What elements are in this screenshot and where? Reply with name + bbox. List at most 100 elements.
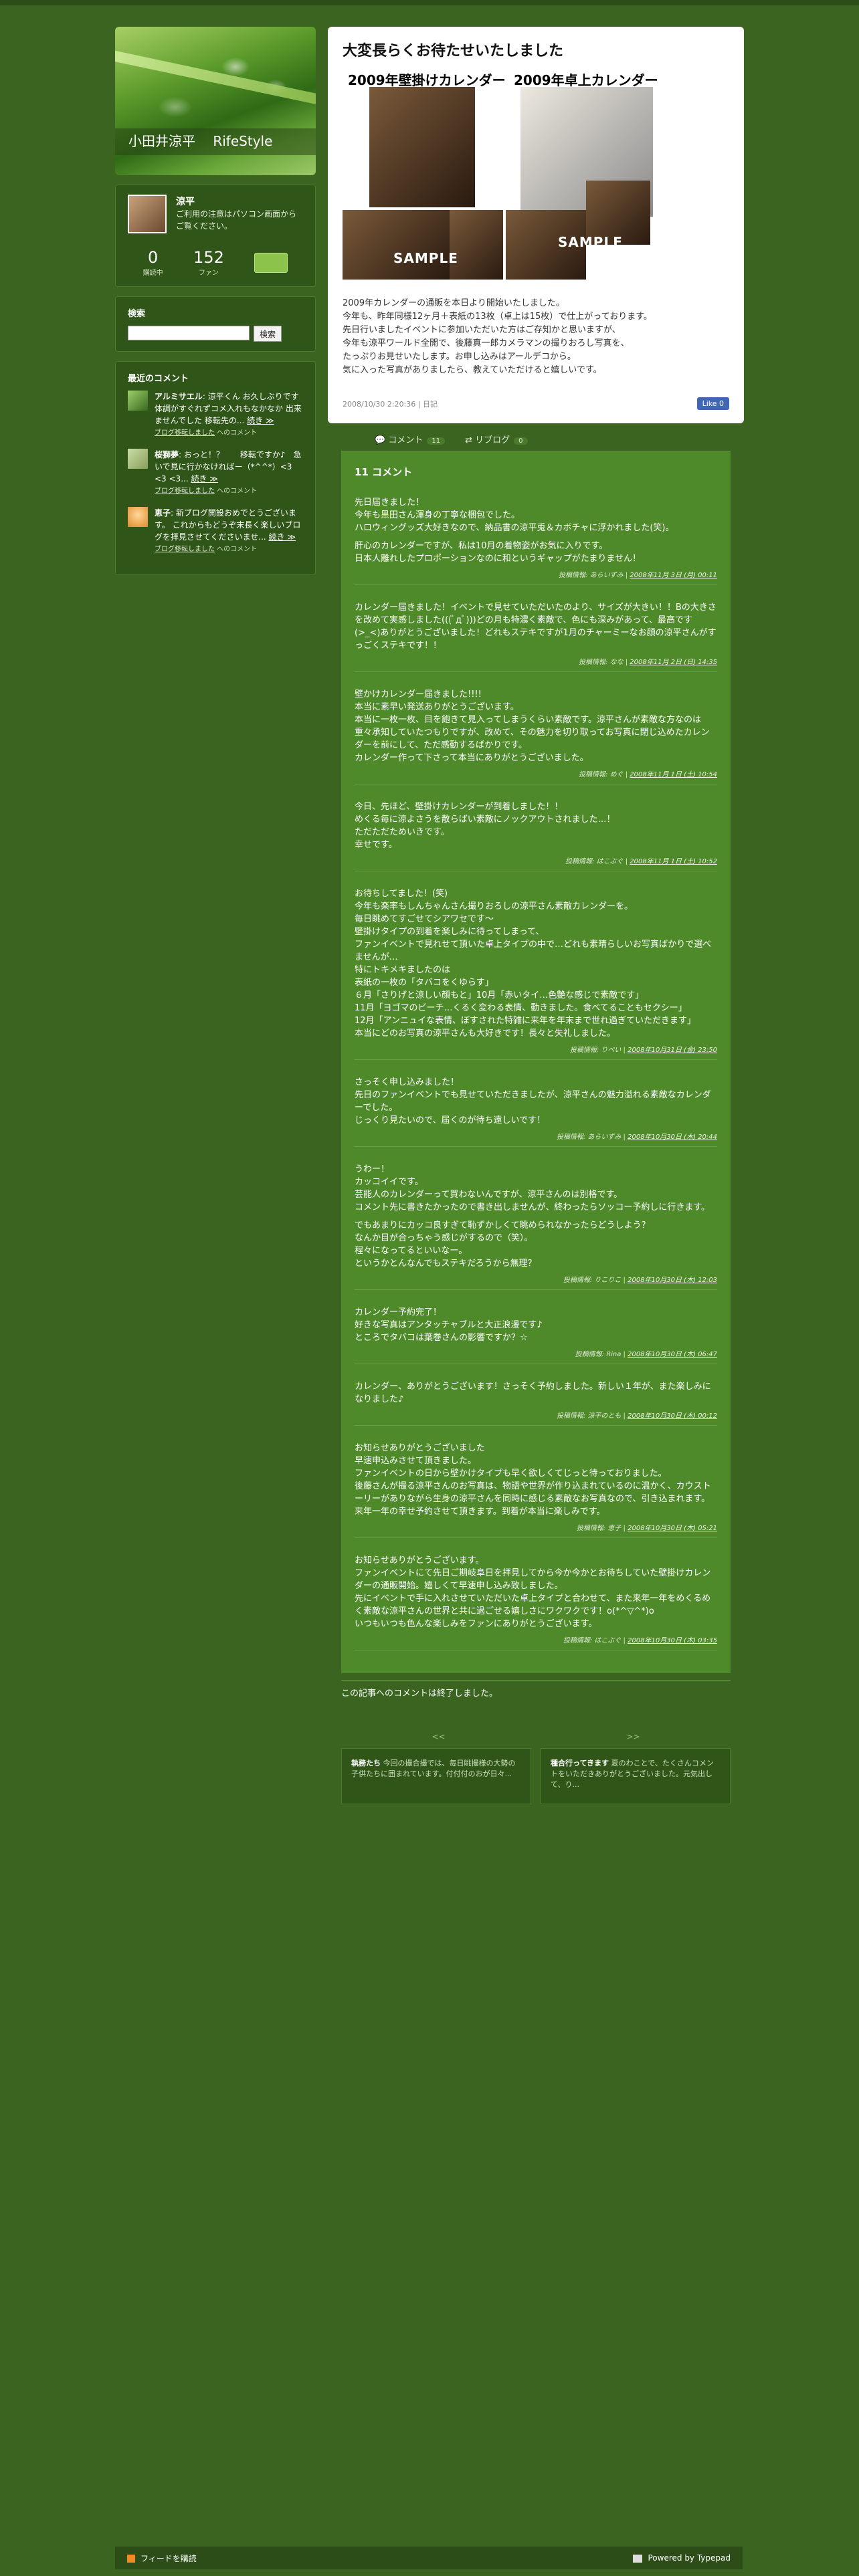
wall-calendar-label: 2009年壁掛けカレンダー	[348, 72, 506, 88]
follow-button[interactable]	[254, 252, 288, 273]
tab-reblog-count: 0	[514, 437, 528, 445]
next-post-box[interactable]: 種合行ってきます 夏のわことで、たくさんコメントをいただきありがとうございました…	[541, 1748, 731, 1804]
comment-text: ハロウィングッズ大好きなので、納品書の涼平兎＆カボチャに浮かれました(笑)。	[355, 523, 674, 533]
calendar-photo[interactable]	[450, 210, 503, 280]
comment-meta: 投稿情報: りこりこ | 2008年10月30日 (木) 12:03	[355, 1274, 717, 1284]
tab-comments-count: 11	[427, 437, 446, 445]
comment-permalink[interactable]: 2008年10月31日 (金) 23:50	[628, 1047, 717, 1054]
comment-text: 先日のファンイベントでも見せていただきましたが、涼平さんの魅力溢れる素敵なカレン…	[355, 1090, 711, 1113]
comment-suffix: へのコメント	[215, 429, 258, 437]
next-post-link[interactable]: >>	[626, 1732, 640, 1741]
comment-suffix: へのコメント	[215, 488, 258, 495]
profile-box: 涼平 ご利用の注意はパソコン画面からご覧ください。 0 購読中 152 ファン	[115, 185, 316, 287]
subscribe-feed-label: フィードを購読	[140, 2553, 197, 2563]
left-sidebar: 小田井涼平 RifeStyle 涼平 ご利用の注意はパソコン画面からご覧ください…	[115, 27, 316, 575]
stat-following-count: 0	[148, 248, 159, 267]
search-box: 検索 検索	[115, 296, 316, 352]
comment-permalink[interactable]: 2008年10月30日 (木) 00:12	[628, 1412, 717, 1420]
prev-post-box[interactable]: 執務たち 今回の撮合撮では、毎日眺撮様の大勢の子供たちに囲まれています。付付付の…	[341, 1748, 531, 1804]
continue-link[interactable]: 続き ≫	[269, 532, 296, 542]
continue-link[interactable]: 続き ≫	[191, 474, 217, 484]
article-paragraph: 先日行いましたイベントに参加いただいた方はご存知かと思いますが、	[343, 325, 621, 335]
tab-reblog-label: リブログ	[475, 435, 510, 445]
comment-permalink[interactable]: 2008年11月 3日 (月) 00:11	[630, 572, 717, 579]
comment-meta: 投稿情報: なな | 2008年11月 2日 (日) 14:35	[355, 656, 717, 666]
comment-text: 今年も黒田さん渾身の丁寧な梱包でした。	[355, 510, 520, 520]
comment-text: 本当に素早い発送ありがとうございます。	[355, 702, 519, 712]
commenter-name[interactable]: アルミサエル	[155, 392, 203, 401]
comment-text: ところでタバコは葉巻さんの影響ですか？☆	[355, 1333, 528, 1343]
comments-section: 11 コメント 先日届きました！ 今年も黒田さん渾身の丁寧な梱包でした。 ハロウィン…	[341, 451, 731, 1673]
post-nav: << >>	[341, 1732, 731, 1741]
article-paragraph: 気に入った写真がありましたら、教えていただけると嬉しいです。	[343, 365, 602, 375]
comment-text: めくる毎に涼よさうを散らばい素敵にノックアウトされました…！	[355, 815, 615, 825]
comment-text: 特にトキメキましたのは	[355, 965, 451, 975]
comment-author: 投稿情報: りこりこ |	[563, 1277, 628, 1284]
profile-name[interactable]: 涼平	[176, 195, 303, 208]
search-button[interactable]: 検索	[254, 326, 282, 342]
recent-comments-title: 最近のコメント	[128, 374, 189, 384]
comment: 今日、先ほど、壁掛けカレンダーが到着しました！！ めくる毎に涼よさうを散らばい素敵…	[355, 800, 717, 871]
subscribe-feed-link[interactable]: フィードを購読	[127, 2553, 197, 2564]
continue-link[interactable]: 続き ≫	[247, 416, 274, 425]
avatar[interactable]	[128, 195, 167, 233]
comment-permalink[interactable]: 2008年10月30日 (木) 20:44	[628, 1134, 717, 1141]
sample-watermark: SAMPLE	[558, 234, 623, 250]
top-bar	[0, 0, 859, 5]
comment: さっそく申し込みました！ 先日のファンイベントでも見せていただきましたが、涼平さん…	[355, 1076, 717, 1147]
comment-text: お知らせありがとうございます。	[355, 1555, 484, 1566]
powered-by-link[interactable]: Powered by Typepad	[633, 2553, 731, 2563]
calendar-photo[interactable]	[343, 210, 450, 280]
comment-meta: 投稿情報: 涼平のとも | 2008年10月30日 (木) 00:12	[355, 1410, 717, 1420]
comment-text: 毎日眺めてすごせてシアワセです〜	[355, 914, 494, 924]
stat-fans[interactable]: 152 ファン	[193, 248, 224, 277]
comment-permalink[interactable]: 2008年10月30日 (木) 03:35	[628, 1637, 717, 1644]
blog-header-banner[interactable]: 小田井涼平 RifeStyle	[115, 27, 316, 175]
search-input[interactable]	[128, 326, 250, 340]
commenter-avatar[interactable]	[128, 449, 148, 469]
article-paragraph: たっぷりお見せいたします。お申し込みはアールデコから。	[343, 352, 576, 362]
sample-watermark: SAMPLE	[393, 250, 458, 266]
article-paragraph: 今年も涼平ワールド全開で、後藤真一郎カメラマンの撮りおろし写真を、	[343, 338, 630, 348]
tab-reblog[interactable]: ⇄ リブログ 0	[465, 433, 528, 445]
facebook-like-button[interactable]: Like 0	[696, 397, 729, 410]
comment-permalink[interactable]: 2008年10月30日 (木) 05:21	[628, 1525, 717, 1532]
comment-permalink[interactable]: 2008年11月 1日 (土) 10:52	[630, 858, 717, 865]
comment-permalink[interactable]: 2008年10月30日 (木) 06:47	[628, 1351, 717, 1358]
prev-post-link[interactable]: <<	[432, 1732, 445, 1741]
comment: お知らせありがとうございます。 ファンイベントにて先日ご期岐阜日を拝見してから今か…	[355, 1554, 717, 1650]
comments-closed-notice: この記事へのコメントは終了しました。	[341, 1680, 731, 1699]
comment-meta: 投稿情報: はこぶぐ | 2008年11月 1日 (土) 10:52	[355, 855, 717, 865]
comment-permalink[interactable]: 2008年10月30日 (木) 12:03	[628, 1277, 717, 1284]
post-link[interactable]: ブログ移転しました	[155, 429, 215, 437]
comment-author: 投稿情報: 恵子 |	[576, 1525, 628, 1532]
rss-feed-icon	[127, 2555, 135, 2563]
comment-text: じっくり見たいので、届くのが待ち遠しいです！	[355, 1115, 546, 1125]
article-title[interactable]: 大変長らくお待たせいたしました	[343, 39, 729, 60]
calendar-images: 2009年壁掛けカレンダー 2009年卓上カレンダー SAMPLE SAMPLE	[343, 70, 729, 297]
comment-suffix: へのコメント	[215, 546, 258, 553]
comment-text: カッコイイです。	[355, 1177, 423, 1187]
calendar-photo[interactable]	[369, 87, 475, 207]
comments-count-title: 11 コメント	[355, 466, 413, 478]
commenter-avatar[interactable]	[128, 507, 148, 527]
next-post-title[interactable]: 種合行ってきます	[551, 1759, 609, 1767]
comment-permalink[interactable]: 2008年11月 1日 (土) 10:54	[630, 771, 717, 778]
commenter-name[interactable]: 桜獅夢	[155, 450, 179, 459]
comment-text: お待ちしてました！(笑)	[355, 889, 448, 899]
stat-following[interactable]: 0 購読中	[143, 248, 163, 277]
comment-text: 日本人離れしたプロポーションなのに和というギャップがたまりません！	[355, 554, 641, 564]
post-link[interactable]: ブログ移転しました	[155, 488, 215, 495]
typepad-icon	[633, 2554, 643, 2563]
commenter-name[interactable]: 恵子	[155, 508, 171, 518]
article-meta[interactable]: 2008/10/30 2:20:36 | 日記	[343, 399, 438, 409]
post-link[interactable]: ブログ移転しました	[155, 546, 215, 553]
comment-text: 程々になってるといいなー。	[355, 1246, 468, 1256]
stat-fans-label: ファン	[198, 270, 219, 277]
tab-comments[interactable]: 💬 コメント 11	[375, 433, 446, 445]
prev-post-title[interactable]: 執務たち	[351, 1759, 381, 1767]
commenter-avatar[interactable]	[128, 391, 148, 411]
comment-author: 投稿情報: りぺい |	[569, 1047, 628, 1054]
blog-title[interactable]: 小田井涼平 RifeStyle	[128, 130, 272, 150]
comment-permalink[interactable]: 2008年11月 2日 (日) 14:35	[630, 659, 717, 666]
